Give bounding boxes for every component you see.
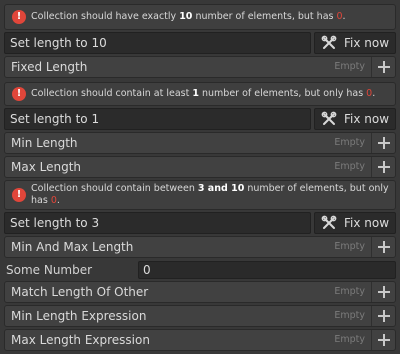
list-min-and-max-length[interactable]: Min And Max Length Empty [4,236,396,258]
fix-now-button[interactable]: Fix now [314,212,396,234]
error-icon: ! [12,10,26,24]
plus-icon [377,137,390,149]
empty-label: Empty [334,137,365,148]
list-label: Max Length Expression [11,333,150,347]
plus-icon [377,310,390,322]
list-label: Min Length [11,136,78,150]
fix-now-button[interactable]: Fix now [314,32,396,54]
error-text: Collection should have exactly 10 number… [31,11,346,22]
empty-label: Empty [334,286,365,297]
add-element-button[interactable] [371,282,395,302]
list-label: Min And Max Length [11,240,134,254]
list-min-length[interactable]: Min Length Empty [4,132,396,154]
plus-icon [377,61,390,73]
fix-now-label: Fix now [344,216,390,230]
set-length-label: Set length to 3 [4,212,311,234]
plus-icon [377,286,390,298]
error-text: Collection should contain at least 1 num… [31,88,376,99]
error-text: Collection should contain between 3 and … [31,183,389,206]
wrench-screwdriver-icon [321,35,337,49]
fix-row-exact: Set length to 10 Fix now [4,32,396,54]
fix-row-min: Set length to 1 Fix now [4,108,396,130]
list-label: Fixed Length [11,60,88,74]
error-icon: ! [12,188,26,202]
empty-label: Empty [334,61,365,72]
add-element-button[interactable] [371,330,395,350]
wrench-screwdriver-icon [321,111,337,125]
wrench-screwdriver-icon [321,215,337,229]
list-fixed-length[interactable]: Fixed Length Empty [4,56,396,78]
list-label: Match Length Of Other [11,285,149,299]
error-message-min-length: ! Collection should contain at least 1 n… [4,82,396,106]
empty-label: Empty [334,334,365,345]
some-number-input[interactable]: 0 [138,261,396,279]
some-number-label: Some Number [6,263,93,277]
add-element-button[interactable] [371,237,395,257]
plus-icon [377,161,390,173]
list-min-length-expression[interactable]: Min Length Expression Empty [4,305,396,327]
fix-now-label: Fix now [344,36,390,50]
fix-now-label: Fix now [344,112,390,126]
set-length-label: Set length to 1 [4,108,311,130]
empty-label: Empty [334,241,365,252]
add-element-button[interactable] [371,157,395,177]
list-max-length-expression[interactable]: Max Length Expression Empty [4,329,396,351]
add-element-button[interactable] [371,306,395,326]
error-message-exact-length: ! Collection should have exactly 10 numb… [4,4,396,30]
fix-row-between: Set length to 3 Fix now [4,212,396,234]
empty-label: Empty [334,161,365,172]
plus-icon [377,334,390,346]
set-length-label: Set length to 10 [4,32,311,54]
fix-now-button[interactable]: Fix now [314,108,396,130]
list-label: Min Length Expression [11,309,147,323]
plus-icon [377,241,390,253]
list-max-length[interactable]: Max Length Empty [4,156,396,178]
add-element-button[interactable] [371,133,395,153]
error-icon: ! [12,87,26,101]
some-number-row: Some Number 0 [4,261,396,279]
add-element-button[interactable] [371,57,395,77]
empty-label: Empty [334,310,365,321]
error-message-between-length: ! Collection should contain between 3 an… [4,180,396,210]
list-label: Max Length [11,160,82,174]
list-match-length-of-other[interactable]: Match Length Of Other Empty [4,281,396,303]
